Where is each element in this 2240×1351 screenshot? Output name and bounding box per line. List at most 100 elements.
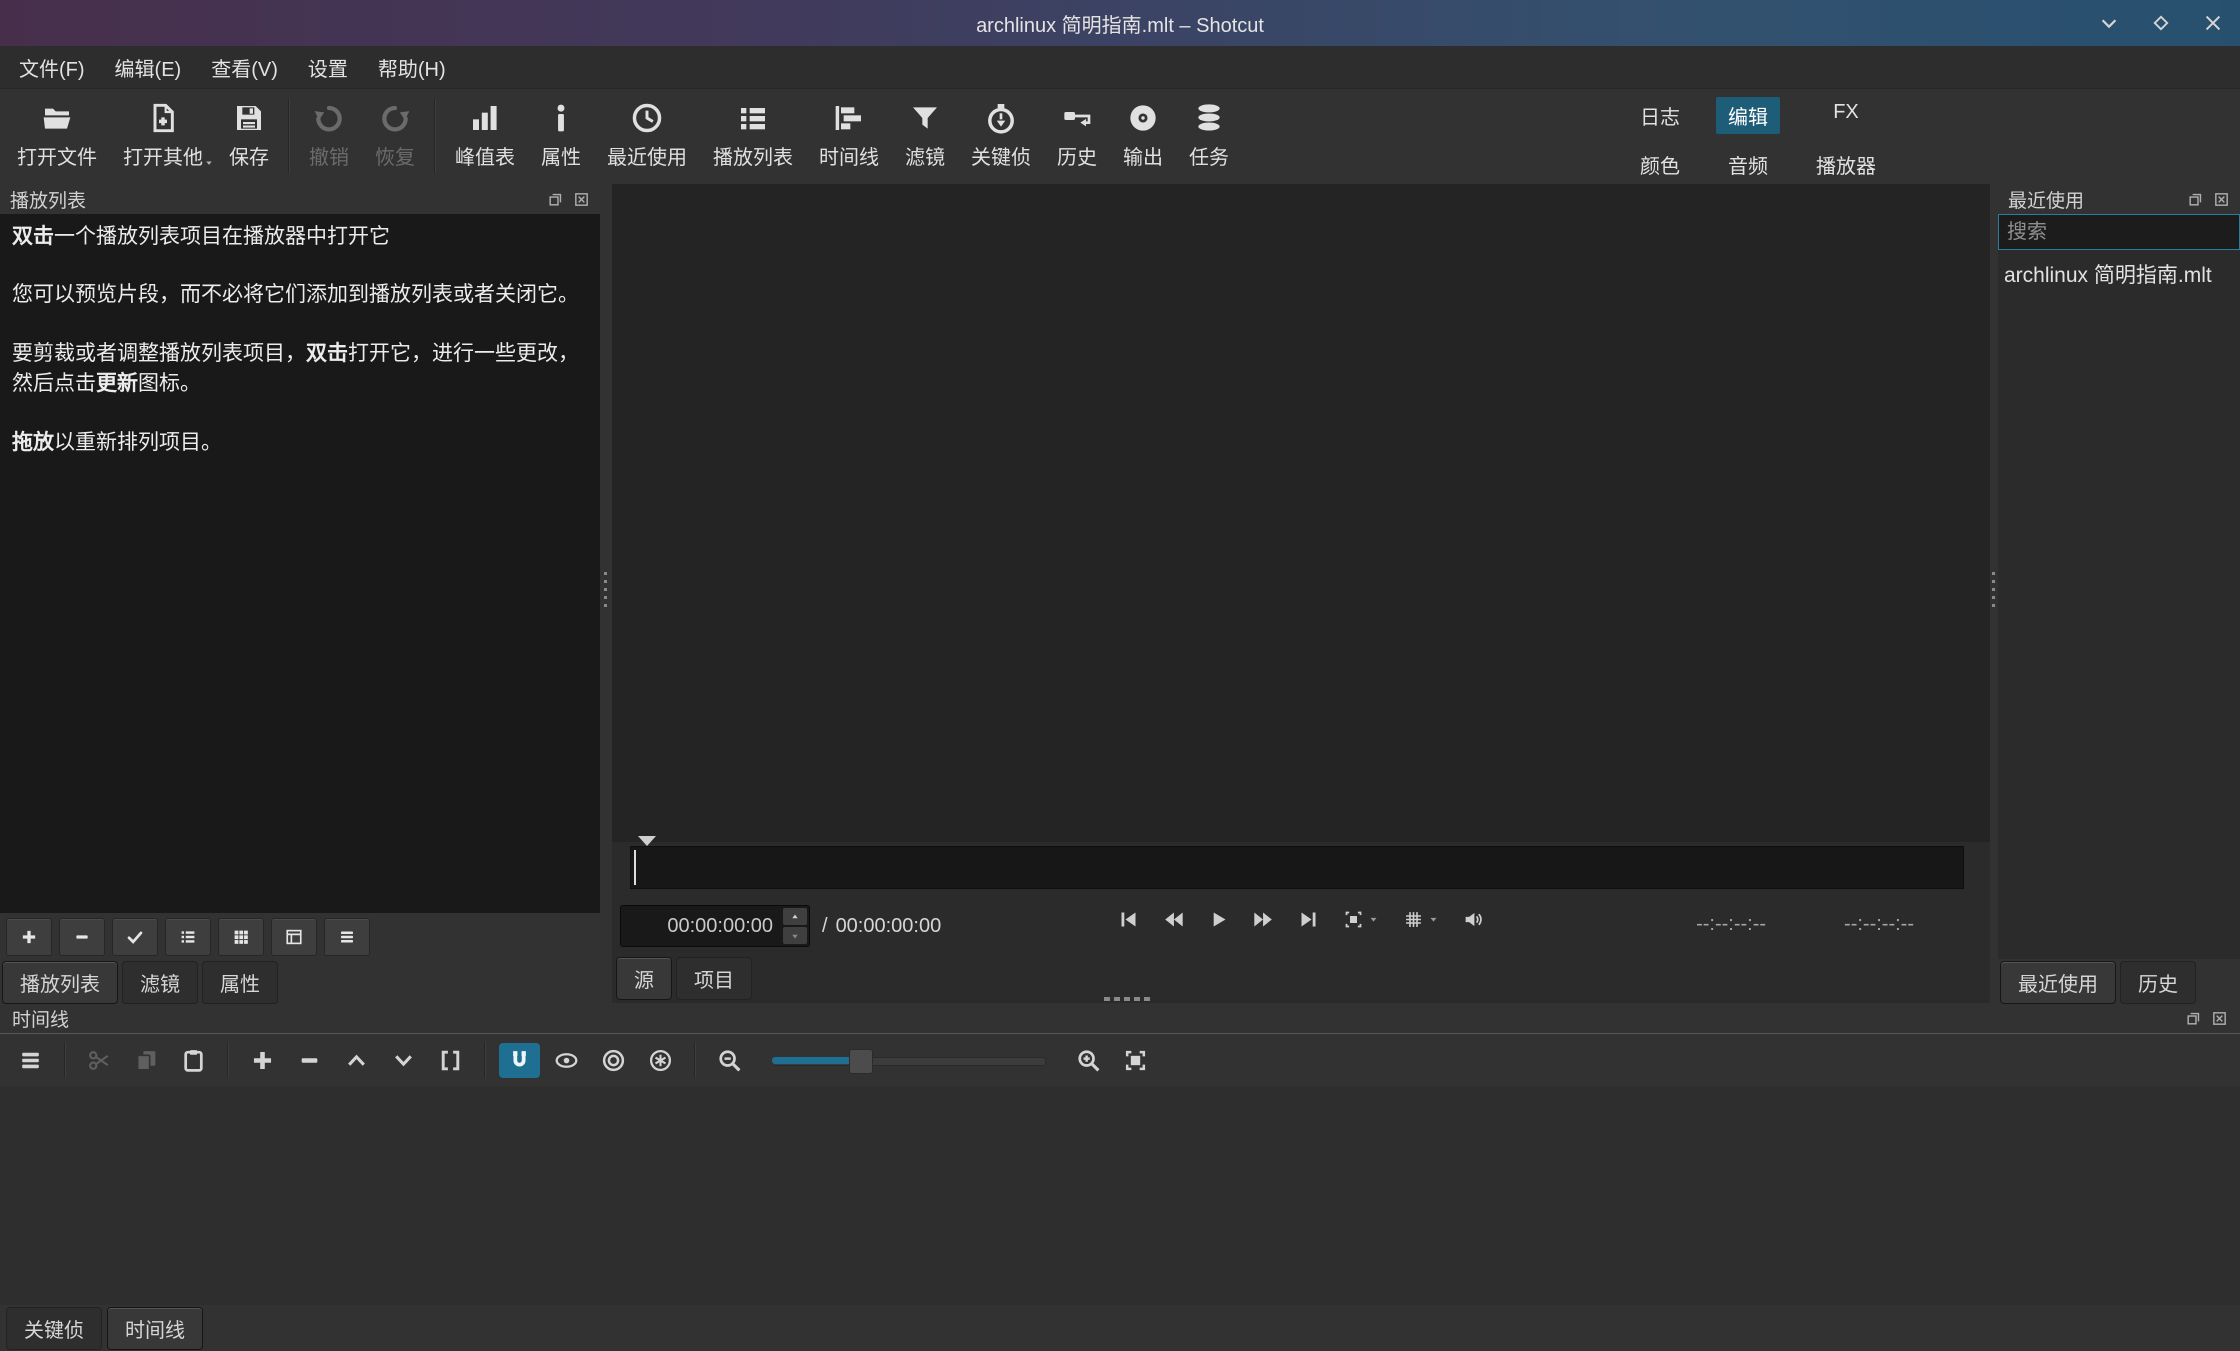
layout-audio[interactable]: 音频 bbox=[1716, 146, 1780, 183]
tab-history[interactable]: 历史 bbox=[2120, 961, 2196, 1004]
save-button[interactable]: 保存 bbox=[216, 98, 282, 174]
overwrite-button[interactable] bbox=[383, 1043, 424, 1078]
cut-button[interactable] bbox=[79, 1043, 120, 1078]
recent-button[interactable]: 最近使用 bbox=[594, 98, 700, 174]
tab-timeline[interactable]: 时间线 bbox=[107, 1307, 203, 1350]
timecode-spinbox[interactable]: 00:00:00:00 bbox=[620, 905, 810, 947]
grid-caret-icon bbox=[1428, 914, 1439, 925]
timecode-spin-buttons bbox=[783, 908, 807, 944]
redo-icon bbox=[379, 102, 411, 134]
seek-bar[interactable] bbox=[630, 846, 1964, 889]
open-other-button[interactable]: 打开其他 bbox=[110, 98, 216, 174]
tab-recent[interactable]: 最近使用 bbox=[2000, 961, 2116, 1004]
info-icon bbox=[545, 102, 577, 134]
snap-magnet-button[interactable] bbox=[499, 1043, 540, 1078]
history-button[interactable]: 历史 bbox=[1044, 98, 1110, 174]
horizontal-splitter-handle[interactable] bbox=[1104, 997, 1150, 1001]
filters-button[interactable]: 滤镜 bbox=[892, 98, 958, 174]
scrub-eye-button[interactable] bbox=[546, 1043, 587, 1078]
timeline-zoom-slider-handle[interactable] bbox=[849, 1049, 873, 1074]
zoom-out-button[interactable] bbox=[709, 1043, 750, 1078]
tab-keyframes[interactable]: 关键侦 bbox=[6, 1307, 102, 1350]
view-details-button[interactable] bbox=[165, 918, 211, 956]
tab-properties[interactable]: 属性 bbox=[202, 961, 278, 1004]
zoom-fit-button[interactable] bbox=[1337, 905, 1385, 934]
view-tiles-button[interactable] bbox=[271, 918, 317, 956]
redo-button[interactable]: 恢复 bbox=[362, 98, 428, 174]
spin-up-button[interactable] bbox=[783, 908, 807, 925]
layout-color[interactable]: 颜色 bbox=[1628, 146, 1692, 183]
menu-edit[interactable]: 编辑(E) bbox=[100, 47, 197, 88]
copy-button[interactable] bbox=[126, 1043, 167, 1078]
close-button[interactable] bbox=[2202, 12, 2224, 34]
title-bar: archlinux 简明指南.mlt – Shotcut bbox=[0, 0, 2240, 46]
menu-help[interactable]: 帮助(H) bbox=[363, 47, 461, 88]
float-panel-icon[interactable] bbox=[2185, 1010, 2202, 1027]
export-button[interactable]: 输出 bbox=[1110, 98, 1176, 174]
tab-filters[interactable]: 滤镜 bbox=[122, 961, 198, 1004]
zoom-in-button[interactable] bbox=[1068, 1043, 1109, 1078]
timeline-button[interactable]: 时间线 bbox=[806, 98, 892, 174]
toolbar-separator bbox=[434, 99, 436, 173]
layout-fx[interactable]: FX bbox=[1804, 97, 1888, 134]
undo-button[interactable]: 撤销 bbox=[296, 98, 362, 174]
timeline-zoom-slider[interactable] bbox=[772, 1047, 1046, 1073]
filters-label: 滤镜 bbox=[905, 141, 945, 170]
split-button[interactable] bbox=[430, 1043, 471, 1078]
paste-button[interactable] bbox=[173, 1043, 214, 1078]
close-panel-icon[interactable] bbox=[2213, 191, 2230, 208]
float-panel-icon[interactable] bbox=[2187, 191, 2204, 208]
fast-forward-button[interactable] bbox=[1247, 905, 1280, 934]
ripple-button[interactable] bbox=[593, 1043, 634, 1078]
aux-timecodes: --:--:--:-- --:--:--:-- bbox=[1696, 913, 1914, 936]
jobs-button[interactable]: 任务 bbox=[1176, 98, 1242, 174]
layout-player[interactable]: 播放器 bbox=[1804, 146, 1888, 183]
append-button[interactable] bbox=[242, 1043, 283, 1078]
playlist-button[interactable]: 播放列表 bbox=[700, 98, 806, 174]
properties-button[interactable]: 属性 bbox=[528, 98, 594, 174]
tab-playlist[interactable]: 播放列表 bbox=[2, 961, 118, 1004]
playlist-menu-button[interactable] bbox=[324, 918, 370, 956]
minimize-button[interactable] bbox=[2098, 12, 2120, 34]
float-panel-icon[interactable] bbox=[547, 191, 564, 208]
volume-button[interactable] bbox=[1457, 905, 1490, 934]
rewind-button[interactable] bbox=[1157, 905, 1190, 934]
peak-meter-button[interactable]: 峰值表 bbox=[442, 98, 528, 174]
playlist-remove-button[interactable] bbox=[59, 918, 105, 956]
ripple-delete-button[interactable] bbox=[289, 1043, 330, 1078]
playlist-add-button[interactable] bbox=[6, 918, 52, 956]
grid-button[interactable] bbox=[1397, 905, 1445, 934]
close-panel-icon[interactable] bbox=[2211, 1010, 2228, 1027]
menu-file[interactable]: 文件(F) bbox=[4, 47, 100, 88]
seek-cursor bbox=[634, 850, 636, 885]
playlist-update-button[interactable] bbox=[112, 918, 158, 956]
playhead-marker[interactable] bbox=[638, 836, 656, 846]
skip-to-start-button[interactable] bbox=[1112, 905, 1145, 934]
toolbar-separator bbox=[484, 1042, 486, 1078]
layout-editing[interactable]: 编辑 bbox=[1716, 97, 1780, 134]
left-splitter-handle[interactable] bbox=[601, 572, 609, 607]
layout-logging[interactable]: 日志 bbox=[1628, 97, 1692, 134]
recent-search-input[interactable] bbox=[1998, 214, 2240, 250]
tab-project[interactable]: 项目 bbox=[676, 957, 752, 1000]
skip-to-end-button[interactable] bbox=[1292, 905, 1325, 934]
recent-list: archlinux 简明指南.mlt bbox=[1998, 250, 2240, 959]
ripple-all-tracks-button[interactable] bbox=[640, 1043, 681, 1078]
tab-source[interactable]: 源 bbox=[616, 957, 672, 1000]
toolbar-separator bbox=[227, 1042, 229, 1078]
close-panel-icon[interactable] bbox=[573, 191, 590, 208]
play-button[interactable] bbox=[1202, 905, 1235, 934]
lift-button[interactable] bbox=[336, 1043, 377, 1078]
spin-down-button[interactable] bbox=[783, 927, 807, 944]
zoom-fit-timeline-button[interactable] bbox=[1115, 1043, 1156, 1078]
menu-settings[interactable]: 设置 bbox=[293, 47, 363, 88]
menu-view[interactable]: 查看(V) bbox=[196, 47, 293, 88]
right-splitter-handle[interactable] bbox=[1989, 572, 1997, 607]
window-controls bbox=[2098, 0, 2224, 46]
list-item[interactable]: archlinux 简明指南.mlt bbox=[1998, 254, 2240, 294]
keyframes-button[interactable]: 关键侦 bbox=[958, 98, 1044, 174]
view-icons-button[interactable] bbox=[218, 918, 264, 956]
timeline-menu-button[interactable] bbox=[10, 1043, 51, 1078]
maximize-button[interactable] bbox=[2150, 12, 2172, 34]
open-file-button[interactable]: 打开文件 bbox=[4, 98, 110, 174]
